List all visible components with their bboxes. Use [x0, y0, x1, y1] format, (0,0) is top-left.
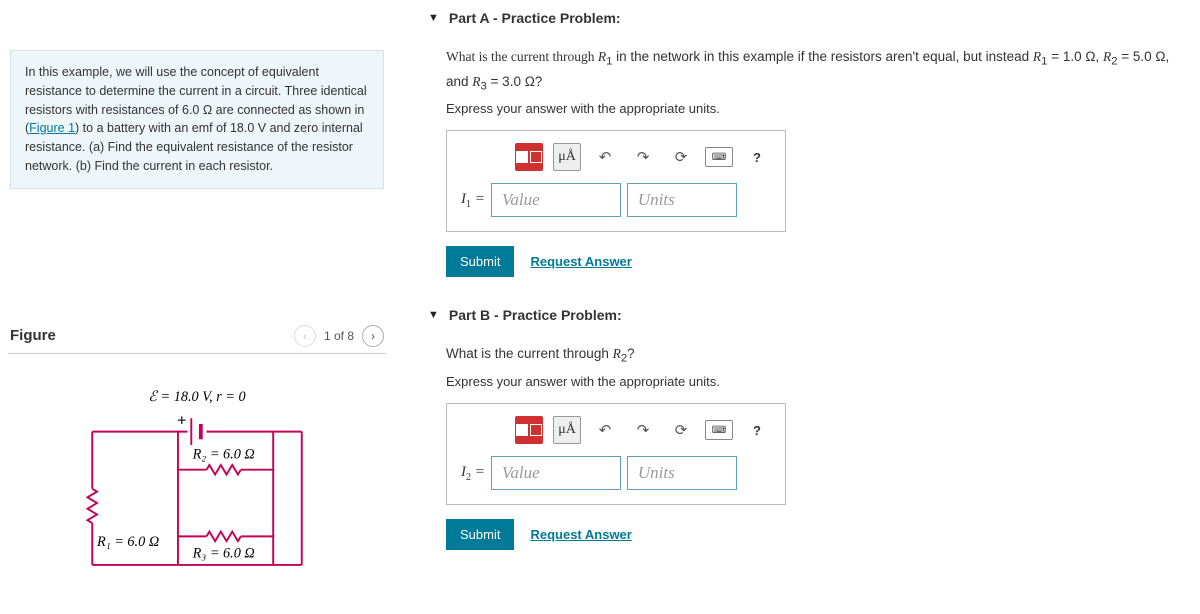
caret-down-icon: ▼: [428, 309, 439, 321]
part-b-prompt: What is the current through R2?: [446, 343, 1190, 368]
redo-icon[interactable]: ↷: [629, 416, 657, 444]
redo-icon[interactable]: ↷: [629, 143, 657, 171]
figure-link[interactable]: Figure 1: [29, 121, 75, 135]
help-icon[interactable]: ?: [743, 143, 771, 171]
part-b-lhs: I2 =: [461, 464, 485, 483]
figure-prev-button[interactable]: ‹: [294, 325, 316, 347]
figure-body: ℰ = 18.0 V, r = 0 R₁ = 6.0 Ω R₂ = 6.0 Ω …: [8, 354, 386, 614]
keyboard-icon[interactable]: ⌨: [705, 147, 733, 167]
undo-icon[interactable]: ↶: [591, 416, 619, 444]
part-a-submit-button[interactable]: Submit: [446, 246, 514, 277]
part-b-answer-box: μÅ ↶ ↷ ⟳ ⌨ ? I2 = Value Units: [446, 403, 786, 505]
figure-pager: 1 of 8: [324, 329, 354, 343]
r3-label: R₃ = 6.0 Ω: [192, 545, 255, 561]
problem-intro: In this example, we will use the concept…: [10, 50, 384, 189]
caret-down-icon: ▼: [428, 12, 439, 24]
part-b-header[interactable]: ▼ Part B - Practice Problem:: [428, 307, 1190, 323]
undo-icon[interactable]: ↶: [591, 143, 619, 171]
r1-label: R₁ = 6.0 Ω: [96, 533, 159, 549]
figure-title: Figure: [10, 327, 56, 344]
part-a-units-input[interactable]: Units: [627, 183, 737, 217]
units-tool-button[interactable]: μÅ: [553, 143, 581, 171]
intro-text-after: ) to a battery with an emf of 18.0 V and…: [25, 121, 363, 173]
part-a-sub: Express your answer with the appropriate…: [446, 101, 1190, 116]
part-a-request-answer-link[interactable]: Request Answer: [530, 254, 631, 269]
r2-label: R₂ = 6.0 Ω: [192, 446, 255, 462]
figure-header: Figure ‹ 1 of 8 ›: [8, 319, 386, 354]
keyboard-icon[interactable]: ⌨: [705, 420, 733, 440]
part-b-title: Part B - Practice Problem:: [449, 307, 622, 323]
templates-icon[interactable]: [515, 416, 543, 444]
part-a-answer-box: μÅ ↶ ↷ ⟳ ⌨ ? I1 = Value Units: [446, 130, 786, 232]
part-b-units-input[interactable]: Units: [627, 456, 737, 490]
figure-next-button[interactable]: ›: [362, 325, 384, 347]
part-a-header[interactable]: ▼ Part A - Practice Problem:: [428, 10, 1190, 26]
help-icon[interactable]: ?: [743, 416, 771, 444]
emf-label: ℰ = 18.0 V, r = 0: [148, 389, 245, 405]
part-b-request-answer-link[interactable]: Request Answer: [530, 527, 631, 542]
part-b-value-input[interactable]: Value: [491, 456, 621, 490]
part-a-value-input[interactable]: Value: [491, 183, 621, 217]
reset-icon[interactable]: ⟳: [667, 416, 695, 444]
units-tool-button[interactable]: μÅ: [553, 416, 581, 444]
part-a-title: Part A - Practice Problem:: [449, 10, 621, 26]
templates-icon[interactable]: [515, 143, 543, 171]
part-a-lhs: I1 =: [461, 191, 485, 210]
part-b-submit-button[interactable]: Submit: [446, 519, 514, 550]
part-b-sub: Express your answer with the appropriate…: [446, 374, 1190, 389]
part-a-prompt: What is the current through R1 in the ne…: [446, 46, 1190, 95]
reset-icon[interactable]: ⟳: [667, 143, 695, 171]
circuit-diagram: ℰ = 18.0 V, r = 0 R₁ = 6.0 Ω R₂ = 6.0 Ω …: [57, 384, 337, 584]
